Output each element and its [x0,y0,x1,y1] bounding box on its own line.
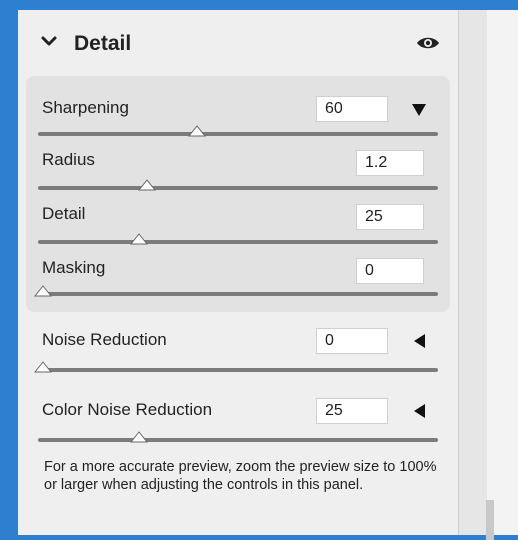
color-noise-reduction-slider-thumb[interactable] [130,431,148,443]
radius-slider-track[interactable] [38,186,438,190]
scrollbar-thumb[interactable] [486,500,494,540]
detail-slider-track[interactable] [38,240,438,244]
radius-row: Radius 1.2 [26,144,450,198]
masking-slider-track[interactable] [38,292,438,296]
eye-icon[interactable] [416,35,440,51]
panel-header[interactable]: Detail [18,10,458,76]
masking-row: Masking 0 [26,252,450,306]
sharpening-row: Sharpening 60 [26,90,450,144]
panel-title: Detail [74,32,132,55]
noise-reduction-slider-thumb[interactable] [34,361,52,373]
sharpening-label: Sharpening [42,98,129,117]
triangle-down-icon[interactable] [412,104,426,116]
detail-panel: Detail Sharpening 60 Radius 1.2 Detail 2… [18,10,458,535]
chevron-down-icon[interactable] [40,32,58,50]
triangle-left-icon[interactable] [414,404,425,418]
detail-label: Detail [42,204,86,223]
noise-reduction-label: Noise Reduction [42,330,167,349]
color-noise-reduction-label: Color Noise Reduction [42,400,213,419]
radius-field[interactable]: 1.2 [356,150,424,176]
noise-reduction-row: Noise Reduction 0 [26,328,450,382]
masking-field[interactable]: 0 [356,258,424,284]
detail-row: Detail 25 [26,198,450,252]
scrollbar-track[interactable] [487,10,518,535]
noise-reduction-field[interactable]: 0 [316,328,388,354]
sharpening-slider-track[interactable] [38,132,438,136]
sharpening-group: Sharpening 60 Radius 1.2 Detail 25 Maski… [26,76,450,312]
detail-slider-thumb[interactable] [130,233,148,245]
preview-area-edge [458,10,518,540]
masking-slider-thumb[interactable] [34,285,52,297]
preview-hint-text: For a more accurate preview, zoom the pr… [44,459,437,493]
masking-label: Masking [42,258,106,277]
color-noise-reduction-row: Color Noise Reduction 25 [26,398,450,452]
color-noise-reduction-field[interactable]: 25 [316,398,388,424]
radius-slider-thumb[interactable] [138,179,156,191]
sharpening-slider-thumb[interactable] [188,125,206,137]
window-frame [0,0,518,10]
detail-field[interactable]: 25 [356,204,424,230]
noise-reduction-slider-track[interactable] [38,368,438,372]
radius-label: Radius [42,150,95,169]
color-noise-reduction-slider-track[interactable] [38,438,438,442]
sharpening-field[interactable]: 60 [316,96,388,122]
triangle-left-icon[interactable] [414,334,425,348]
